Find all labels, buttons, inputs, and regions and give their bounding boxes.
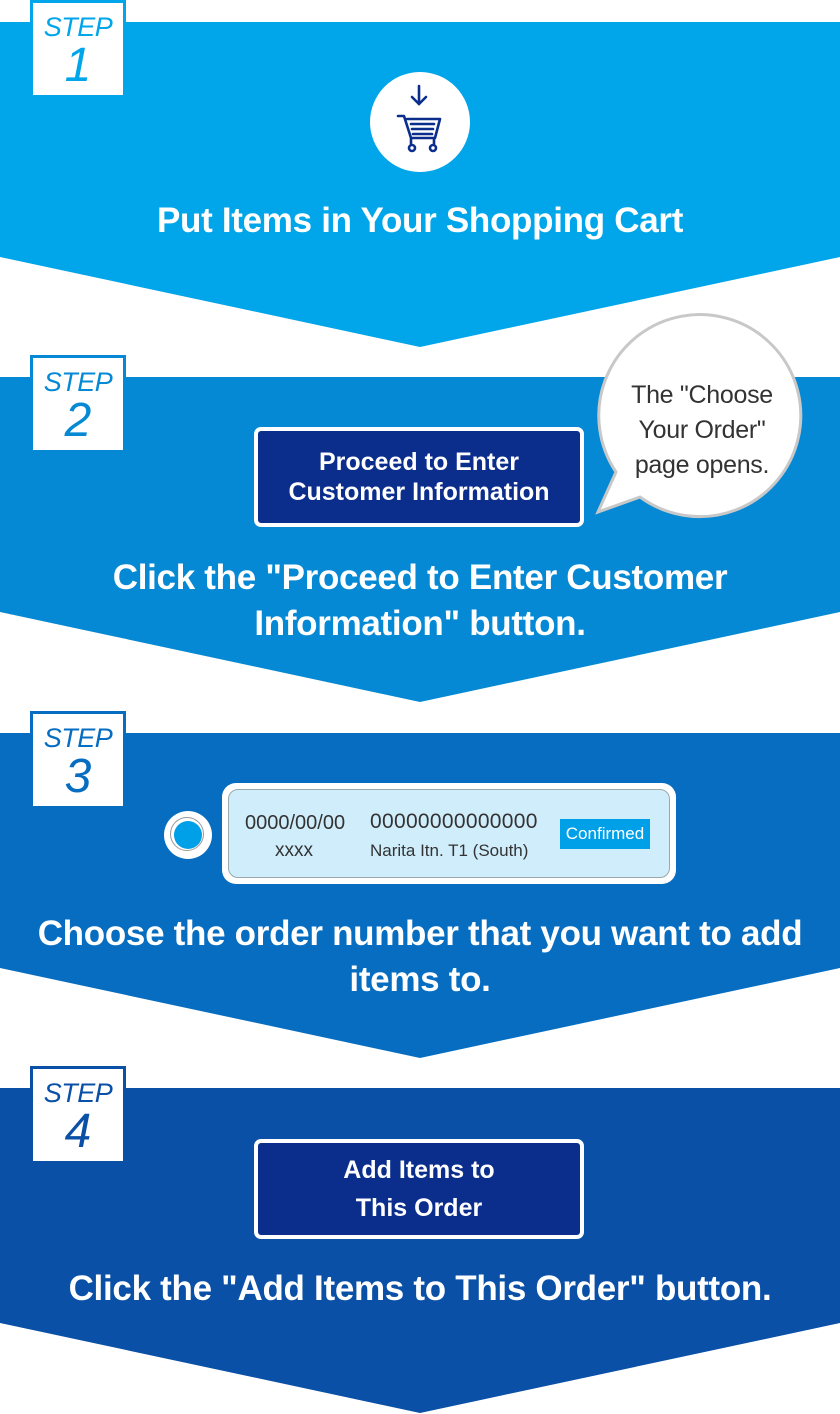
- shopping-cart-download-icon: [396, 84, 442, 153]
- order-number: 00000000000000: [370, 810, 538, 833]
- bubble-line: page opens.: [634, 451, 770, 479]
- order-name: xxxx: [275, 840, 313, 861]
- caption-line: Choose the order number that you want to…: [37, 914, 803, 953]
- step-4-arrow-shape: [0, 1088, 840, 1413]
- step-2-caption: Click the "Proceed to Enter Customer Inf…: [0, 555, 840, 647]
- order-date: 0000/00/00: [245, 812, 346, 834]
- step-3-arrow-shape: [0, 733, 840, 1058]
- step-1-caption: Put Items in Your Shopping Cart: [156, 201, 684, 240]
- status-badge: Confirmed: [560, 819, 650, 849]
- order-card-inner: 0000/00/00 xxxx 00000000000000 Narita It…: [228, 789, 670, 878]
- radio-selected-dot: [174, 821, 202, 849]
- step-3-badge: STEP 3: [30, 711, 126, 809]
- add-items-to-this-order-button[interactable]: Add Items to This Order: [254, 1139, 584, 1239]
- caption-line: items to.: [349, 960, 491, 999]
- caption-line: Click the "Proceed to Enter Customer: [112, 558, 728, 597]
- order-card[interactable]: 0000/00/00 xxxx 00000000000000 Narita It…: [222, 783, 676, 884]
- button-label-line: This Order: [355, 1194, 483, 1222]
- step-label: STEP: [43, 723, 113, 753]
- bubble-line: Your Order": [638, 416, 766, 444]
- button-label-line: Proceed to Enter: [318, 448, 520, 476]
- step-1-panel: STEP 1 Put Items in Your Shopping Cart: [0, 0, 840, 348]
- step-label: STEP: [43, 1078, 113, 1108]
- caption-line: Information" button.: [254, 604, 586, 643]
- step-2-badge: STEP 2: [30, 355, 126, 453]
- speech-bubble-text: The "Choose Your Order" page opens.: [606, 378, 798, 483]
- order-location: Narita Itn. T1 (South): [370, 841, 529, 860]
- step-number: 1: [64, 39, 92, 92]
- button-label-line: Customer Information: [288, 478, 550, 506]
- step-4-caption: Click the "Add Items to This Order" butt…: [68, 1269, 772, 1308]
- order-radio-button[interactable]: [164, 811, 212, 859]
- step-label: STEP: [43, 12, 113, 42]
- step-1-badge: STEP 1: [30, 0, 126, 98]
- step-4-badge: STEP 4: [30, 1066, 126, 1164]
- cart-icon-circle: [370, 72, 470, 172]
- step-label: STEP: [43, 367, 113, 397]
- proceed-to-enter-customer-information-button[interactable]: Proceed to Enter Customer Information: [254, 427, 584, 527]
- step-number: 2: [64, 394, 92, 447]
- step-4-panel: STEP 4 Add Items to This Order Click the…: [0, 1066, 840, 1414]
- step-1-arrow-shape: [0, 22, 840, 347]
- bubble-line: The "Choose: [631, 381, 773, 409]
- step-3-caption: Choose the order number that you want to…: [0, 911, 840, 1003]
- step-number: 4: [64, 1105, 92, 1158]
- step-number: 3: [64, 750, 92, 803]
- button-label-line: Add Items to: [343, 1156, 495, 1184]
- step-3-panel: STEP 3 Choose the order number that you …: [0, 711, 840, 1059]
